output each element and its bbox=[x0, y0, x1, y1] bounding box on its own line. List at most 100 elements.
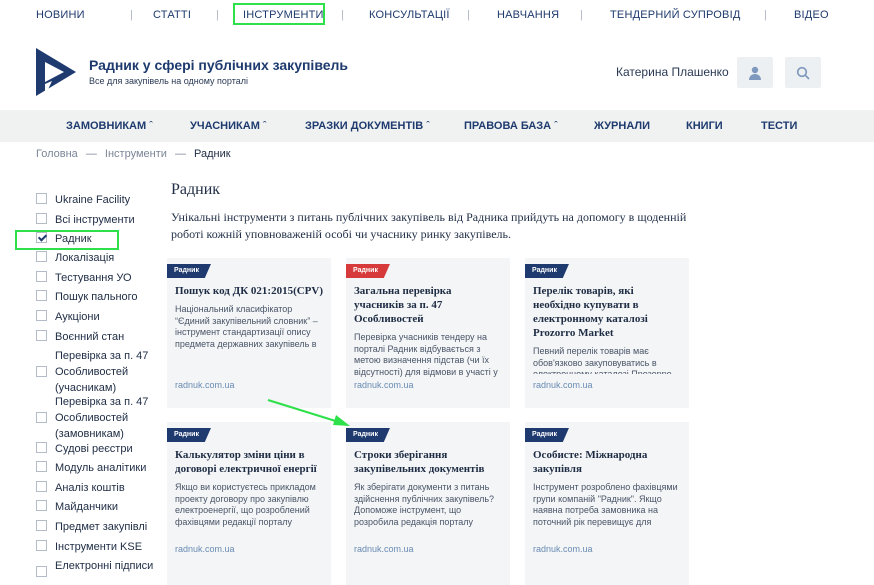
checkbox[interactable] bbox=[36, 330, 47, 341]
filter-item[interactable]: Предмет закупівлі bbox=[36, 519, 155, 535]
checkbox[interactable] bbox=[36, 461, 47, 472]
card-title[interactable]: Пошук код ДК 021:2015(CPV) bbox=[175, 284, 325, 298]
main-nav-customers[interactable]: ЗАМОВНИКАМ ˆ bbox=[66, 120, 153, 132]
profile-button[interactable] bbox=[737, 57, 773, 88]
checkbox[interactable] bbox=[36, 412, 47, 423]
checkbox[interactable] bbox=[36, 500, 47, 511]
filter-label: Аналіз коштів bbox=[55, 482, 125, 494]
tool-card[interactable]: Радник Особисте: Міжнародна закупівля Ін… bbox=[525, 422, 689, 585]
top-nav-separator: | bbox=[467, 9, 470, 21]
main-nav-tests[interactable]: ТЕСТИ bbox=[761, 120, 797, 132]
filter-item[interactable]: Електронні підписи bbox=[36, 558, 155, 577]
checkbox[interactable] bbox=[36, 366, 47, 377]
card-badge: Радник bbox=[167, 428, 211, 442]
top-nav-tender-support[interactable]: ТЕНДЕРНИЙ СУПРОВІД bbox=[610, 9, 741, 21]
checkbox[interactable] bbox=[36, 481, 47, 492]
checkbox[interactable] bbox=[36, 213, 47, 224]
card-badge: Радник bbox=[167, 264, 211, 278]
chevron-up-icon: ˆ bbox=[426, 120, 430, 132]
filter-label: Тестування УО bbox=[55, 272, 132, 284]
filter-item[interactable]: Ukraine Facility bbox=[36, 192, 155, 208]
checkbox[interactable] bbox=[36, 310, 47, 321]
filter-item[interactable]: Перевірка за п. 47 Особливостей (замовни… bbox=[36, 394, 155, 442]
main-nav-legal-base[interactable]: ПРАВОВА БАЗА ˆ bbox=[464, 120, 558, 132]
top-nav-education[interactable]: НАВЧАННЯ bbox=[497, 9, 559, 21]
brand-title[interactable]: Радник у сфері публічних закупівель bbox=[89, 57, 348, 73]
checkbox[interactable] bbox=[36, 251, 47, 262]
filter-item[interactable]: Судові реєстри bbox=[36, 441, 155, 457]
filter-label: Судові реєстри bbox=[55, 443, 133, 455]
search-button[interactable] bbox=[785, 57, 821, 88]
tool-card[interactable]: Радник Перелік товарів, які необхідно ку… bbox=[525, 258, 689, 408]
top-nav-video[interactable]: ВІДЕО bbox=[794, 9, 829, 21]
main-nav-document-samples[interactable]: ЗРАЗКИ ДОКУМЕНТІВ ˆ bbox=[305, 120, 430, 132]
filter-item[interactable]: Воєнний стан bbox=[36, 329, 155, 345]
card-title[interactable]: Перелік товарів, які необхідно купувати … bbox=[533, 284, 683, 340]
filter-item[interactable]: Всі інструменти bbox=[36, 212, 155, 228]
filter-item[interactable]: Тестування УО bbox=[36, 270, 155, 286]
top-nav: НОВИНИ | СТАТТІ | ІНСТРУМЕНТИ | КОНСУЛЬТ… bbox=[0, 0, 874, 30]
filter-item[interactable]: Інструменти KSE bbox=[36, 539, 155, 555]
card-link[interactable]: radnuk.com.ua bbox=[354, 380, 414, 390]
filter-item[interactable]: Аукціони bbox=[36, 309, 155, 325]
card-link[interactable]: radnuk.com.ua bbox=[533, 544, 593, 554]
radnyk-logo[interactable] bbox=[36, 48, 76, 96]
checkbox[interactable] bbox=[36, 271, 47, 282]
main-nav-books[interactable]: КНИГИ bbox=[686, 120, 723, 132]
checkbox[interactable] bbox=[36, 566, 47, 577]
filter-item[interactable]: Пошук пального bbox=[36, 289, 155, 305]
filter-label: Воєнний стан bbox=[55, 331, 125, 343]
checkbox[interactable] bbox=[36, 520, 47, 531]
card-title[interactable]: Калькулятор зміни ціни в договорі електр… bbox=[175, 448, 325, 476]
card-title[interactable]: Загальна перевірка учасників за п. 47 Ос… bbox=[354, 284, 504, 326]
card-link[interactable]: radnuk.com.ua bbox=[354, 544, 414, 554]
filter-label: Предмет закупівлі bbox=[55, 521, 148, 533]
chevron-up-icon: ˆ bbox=[149, 120, 153, 132]
filter-item[interactable]: Майданчики bbox=[36, 499, 155, 515]
tool-card[interactable]: Радник Строки зберігання закупівельних д… bbox=[346, 422, 510, 585]
breadcrumb-home[interactable]: Головна bbox=[36, 148, 78, 160]
tool-card[interactable]: Радник Загальна перевірка учасників за п… bbox=[346, 258, 510, 408]
filter-label: Модуль аналітики bbox=[55, 462, 147, 474]
top-nav-separator: | bbox=[764, 9, 767, 21]
card-link[interactable]: radnuk.com.ua bbox=[533, 380, 593, 390]
filter-item[interactable]: Модуль аналітики bbox=[36, 460, 155, 476]
main-nav-participants[interactable]: УЧАСНИКАМ ˆ bbox=[190, 120, 267, 132]
main-nav-journals[interactable]: ЖУРНАЛИ bbox=[594, 120, 650, 132]
tool-card[interactable]: Радник Калькулятор зміни ціни в договорі… bbox=[167, 422, 331, 585]
main-nav-label: УЧАСНИКАМ bbox=[190, 120, 260, 132]
top-nav-consultations[interactable]: КОНСУЛЬТАЦІЇ bbox=[369, 9, 450, 21]
top-nav-articles[interactable]: СТАТТІ bbox=[153, 9, 191, 21]
card-badge: Радник bbox=[525, 428, 569, 442]
checkbox[interactable] bbox=[36, 193, 47, 204]
top-nav-news[interactable]: НОВИНИ bbox=[36, 9, 85, 21]
checkbox[interactable] bbox=[36, 540, 47, 551]
card-description: Певний перелік товарів має обов'язково з… bbox=[533, 346, 672, 374]
main-nav: ЗАМОВНИКАМ ˆ УЧАСНИКАМ ˆ ЗРАЗКИ ДОКУМЕНТ… bbox=[0, 110, 874, 142]
page-intro: Унікальні інструменти з питань публічних… bbox=[171, 210, 687, 241]
user-icon bbox=[749, 66, 761, 80]
user-name[interactable]: Катерина Плашенко bbox=[616, 65, 729, 79]
page-title: Радник bbox=[171, 181, 221, 198]
top-nav-separator: | bbox=[130, 9, 133, 21]
filter-label: Аукціони bbox=[55, 311, 100, 323]
card-title[interactable]: Строки зберігання закупівельних документ… bbox=[354, 448, 504, 476]
filter-item[interactable]: Перевірка за п. 47 Особливостей (учасник… bbox=[36, 348, 155, 396]
top-nav-separator: | bbox=[341, 9, 344, 21]
checkbox[interactable] bbox=[36, 290, 47, 301]
checkbox[interactable] bbox=[36, 442, 47, 453]
card-badge: Радник bbox=[525, 264, 569, 278]
top-nav-separator: | bbox=[216, 9, 219, 21]
card-description: Перевірка учасників тендеру на порталі Р… bbox=[354, 332, 498, 377]
card-link[interactable]: radnuk.com.ua bbox=[175, 544, 235, 554]
filter-item[interactable]: Аналіз коштів bbox=[36, 480, 155, 496]
tool-card[interactable]: Радник Пошук код ДК 021:2015(CPV) Націон… bbox=[167, 258, 331, 408]
top-nav-separator: | bbox=[580, 9, 583, 21]
card-title[interactable]: Особисте: Міжнародна закупівля bbox=[533, 448, 683, 476]
highlight-radnyk-filter bbox=[15, 230, 119, 250]
filter-item[interactable]: Локалізація bbox=[36, 250, 155, 266]
card-link[interactable]: radnuk.com.ua bbox=[175, 380, 235, 390]
card-badge: Радник bbox=[346, 264, 390, 278]
filter-label: Пошук пального bbox=[55, 291, 138, 303]
breadcrumb-tools[interactable]: Інструменти bbox=[105, 148, 167, 160]
